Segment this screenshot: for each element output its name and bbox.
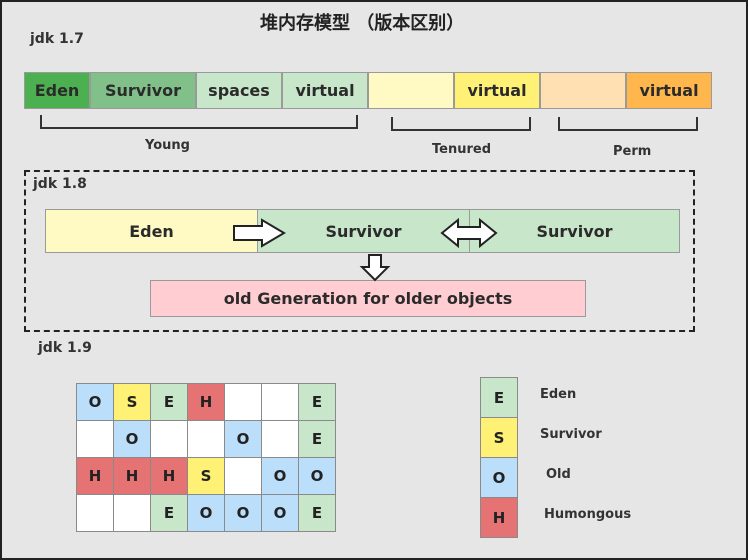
region-cell-2-1: H bbox=[113, 457, 151, 495]
jdk17-segment-spaces-2: spaces bbox=[196, 72, 282, 109]
region-cell-1-3 bbox=[187, 420, 225, 458]
legend-swatch-survivor: S bbox=[480, 417, 518, 458]
region-cell-2-2: H bbox=[150, 457, 188, 495]
legend-swatch-eden: E bbox=[480, 377, 518, 418]
region-cell-1-0 bbox=[76, 420, 114, 458]
region-cell-2-3: S bbox=[187, 457, 225, 495]
region-cell-2-4 bbox=[224, 457, 262, 495]
region-cell-0-5 bbox=[261, 383, 299, 421]
jdk17-segment-virtual-5: virtual bbox=[454, 72, 540, 109]
legend-swatch-humongous: H bbox=[480, 497, 518, 538]
region-cell-3-6: E bbox=[298, 494, 336, 532]
region-cell-3-5: O bbox=[261, 494, 299, 532]
diagram-canvas: 堆内存模型 （版本区别） jdk 1.7 Eden Survivor spaces v… bbox=[0, 0, 748, 560]
jdk17-label: jdk 1.7 bbox=[30, 31, 84, 47]
young-brace bbox=[40, 115, 358, 129]
jdk17-segment-blank-4 bbox=[368, 72, 454, 109]
region-cell-3-1 bbox=[113, 494, 151, 532]
jdk18-eden: Eden bbox=[45, 209, 258, 253]
legend-label-survivor: Survivor bbox=[540, 427, 602, 442]
jdk17-segment-survivor-1: Survivor bbox=[90, 72, 196, 109]
jdk18-survivor-1: Survivor bbox=[257, 209, 470, 253]
legend-label-old: Old bbox=[546, 467, 571, 482]
legend-label-humongous: Humongous bbox=[544, 507, 632, 522]
right-arrow-icon bbox=[233, 218, 286, 248]
region-cell-2-0: H bbox=[76, 457, 114, 495]
region-cell-1-1: O bbox=[113, 420, 151, 458]
region-cell-0-0: O bbox=[76, 383, 114, 421]
region-cell-0-3: H bbox=[187, 383, 225, 421]
region-cell-3-4: O bbox=[224, 494, 262, 532]
region-cell-3-2: E bbox=[150, 494, 188, 532]
jdk17-segment-blank-6 bbox=[540, 72, 626, 109]
legend-swatch-old: O bbox=[480, 457, 518, 498]
diagram-title: 堆内存模型 （版本区别） bbox=[260, 13, 465, 34]
jdk17-segment-virtual-3: virtual bbox=[282, 72, 368, 109]
region-cell-0-1: S bbox=[113, 383, 151, 421]
region-cell-3-0 bbox=[76, 494, 114, 532]
region-cell-2-5: O bbox=[261, 457, 299, 495]
region-cell-2-6: O bbox=[298, 457, 336, 495]
jdk19-label: jdk 1.9 bbox=[38, 340, 92, 356]
jdk17-segment-virtual-7: virtual bbox=[626, 72, 712, 109]
perm-brace bbox=[558, 117, 698, 131]
young-label: Young bbox=[145, 138, 190, 153]
region-cell-0-4 bbox=[224, 383, 262, 421]
double-arrow-icon bbox=[440, 217, 498, 249]
region-cell-1-6: E bbox=[298, 420, 336, 458]
region-cell-0-6: E bbox=[298, 383, 336, 421]
tenured-label: Tenured bbox=[432, 142, 492, 157]
region-cell-0-2: E bbox=[150, 383, 188, 421]
region-cell-1-5 bbox=[261, 420, 299, 458]
jdk17-segment-eden-0: Eden bbox=[24, 72, 90, 109]
region-cell-1-4: O bbox=[224, 420, 262, 458]
legend-label-eden: Eden bbox=[540, 387, 577, 402]
region-cell-1-2 bbox=[150, 420, 188, 458]
perm-label: Perm bbox=[613, 144, 652, 159]
region-cell-3-3: O bbox=[187, 494, 225, 532]
tenured-brace bbox=[391, 117, 531, 131]
down-arrow-icon bbox=[359, 254, 391, 282]
jdk18-survivor-2: Survivor bbox=[469, 209, 680, 253]
jdk18-old-generation: old Generation for older objects bbox=[150, 280, 586, 317]
jdk18-label: jdk 1.8 bbox=[33, 176, 87, 192]
